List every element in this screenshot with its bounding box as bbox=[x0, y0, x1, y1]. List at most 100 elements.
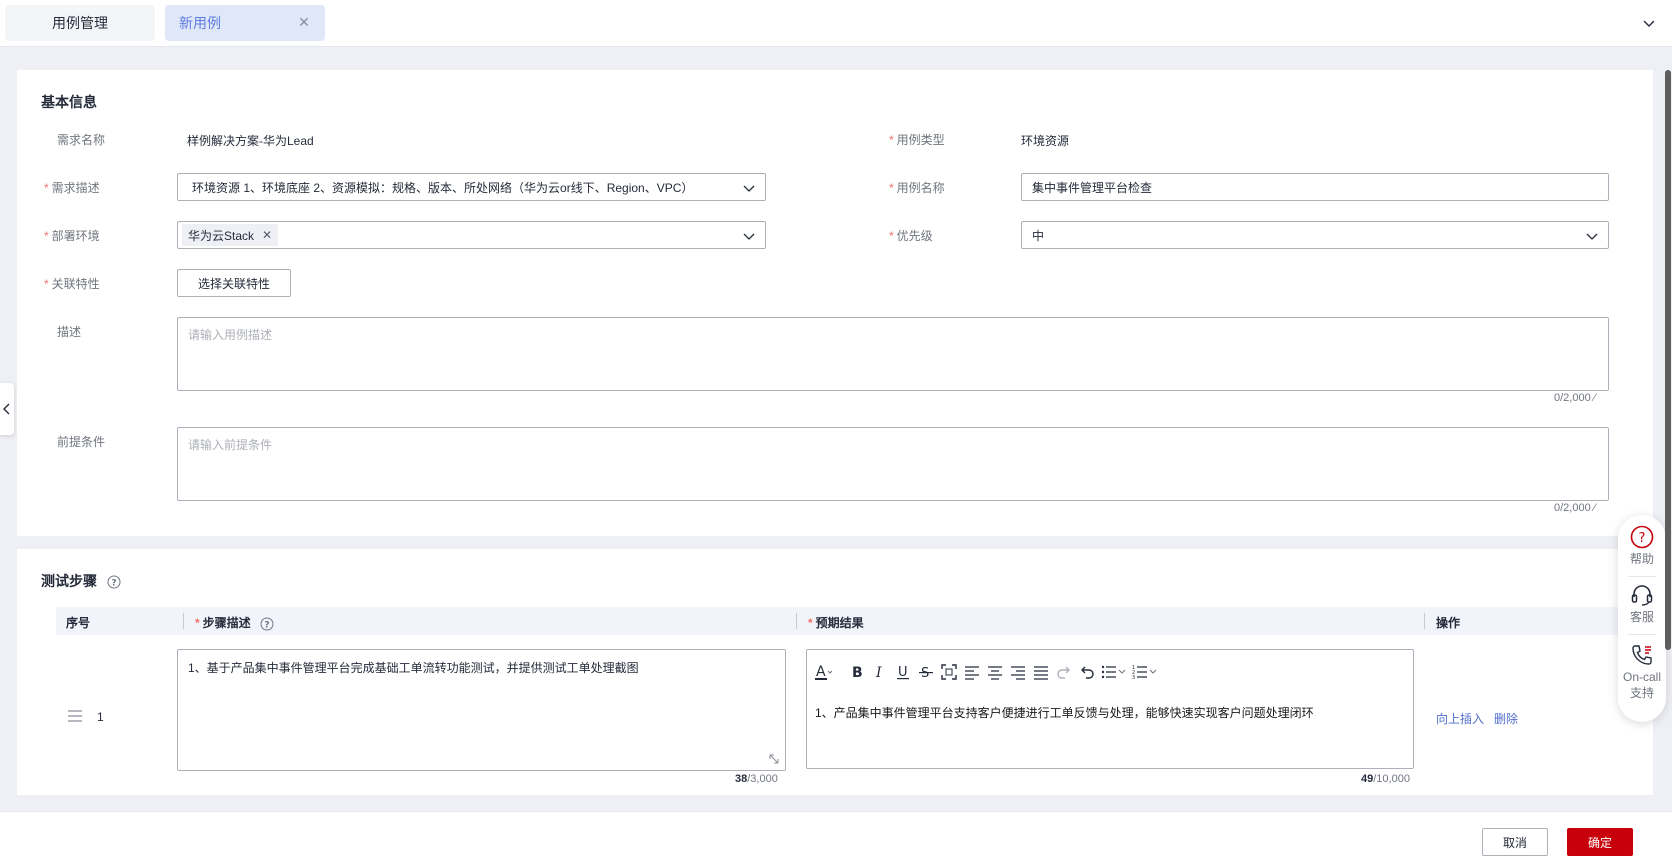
col-separator bbox=[1424, 613, 1425, 629]
align-justify-icon[interactable] bbox=[1031, 662, 1051, 682]
chevron-down-icon bbox=[1586, 233, 1598, 240]
label-description: 描述 bbox=[57, 325, 82, 339]
align-center-icon[interactable] bbox=[985, 662, 1005, 682]
col-separator bbox=[183, 613, 184, 629]
priority-select[interactable]: 中 bbox=[1021, 221, 1609, 249]
chevron-down-icon bbox=[743, 185, 755, 192]
select-related-feature-button[interactable]: 选择关联特性 bbox=[177, 269, 291, 297]
floating-help-panel: ? 帮助 客服 On-call 支持 bbox=[1618, 515, 1666, 722]
label-case-name: * 用例名称 bbox=[889, 181, 945, 195]
deploy-env-chip: 华为云Stack ✕ bbox=[182, 224, 279, 246]
section-title-text: 测试步骤 bbox=[41, 573, 97, 589]
label-requirement-name: 需求名称 bbox=[57, 133, 106, 147]
label-requirement-desc: * 需求描述 bbox=[44, 181, 100, 195]
bullet-list-icon[interactable] bbox=[1100, 662, 1128, 682]
section-title-test-steps: 测试步骤 ? bbox=[41, 571, 121, 591]
test-steps-panel: 测试步骤 ? 序号 * 步骤描述 ? * 预期结果 操作 1 1、基于产品集中事件管… bbox=[17, 549, 1653, 795]
divider bbox=[1628, 576, 1656, 577]
step-desc-text: 1、基于产品集中事件管理平台完成基础工单流转功能测试，并提供测试工单处理截图 bbox=[188, 661, 639, 675]
expected-result-text: 1、产品集中事件管理平台支持客户便捷进行工单反馈与处理，能够快速实现客户问题处理… bbox=[815, 706, 1314, 720]
help-icon[interactable]: ? bbox=[260, 617, 274, 631]
col-desc: * 步骤描述 ? bbox=[195, 614, 274, 631]
insert-above-link[interactable]: 向上插入 bbox=[1436, 710, 1484, 727]
svg-text:?: ? bbox=[111, 579, 116, 589]
svg-text:A: A bbox=[816, 664, 826, 680]
help-circle-icon: ? bbox=[1630, 525, 1654, 549]
align-right-icon[interactable] bbox=[1008, 662, 1028, 682]
fullscreen-icon[interactable] bbox=[939, 662, 959, 682]
bold-icon[interactable]: B bbox=[847, 662, 867, 682]
tab-case-management[interactable]: 用例管理 bbox=[5, 5, 155, 41]
precondition-counter: 0/2,000 ⁄ bbox=[1554, 502, 1596, 514]
basic-info-panel: 基本信息 需求名称 样例解决方案-华为Lead * 用例类型 环境资源 * 需求描述… bbox=[17, 70, 1653, 536]
help-label: 帮助 bbox=[1629, 552, 1654, 566]
oncall-label-2: 支持 bbox=[1629, 686, 1654, 700]
italic-icon[interactable]: I bbox=[870, 662, 890, 682]
label-related-feature: * 关联特性 bbox=[44, 277, 100, 291]
drag-handle-icon[interactable] bbox=[67, 709, 83, 723]
strikethrough-icon[interactable]: S bbox=[916, 662, 936, 682]
precondition-textarea[interactable] bbox=[177, 427, 1609, 501]
customer-service-label: 客服 bbox=[1629, 610, 1654, 624]
tab-bar: 用例管理 新用例 ✕ bbox=[0, 0, 1672, 47]
label-priority: * 优先级 bbox=[889, 229, 933, 243]
divider bbox=[1628, 634, 1656, 635]
requirement-name-value: 样例解决方案-华为Lead bbox=[187, 134, 314, 148]
delete-link[interactable]: 删除 bbox=[1494, 710, 1518, 727]
step-desc-textarea[interactable]: 1、基于产品集中事件管理平台完成基础工单流转功能测试，并提供测试工单处理截图 bbox=[177, 649, 786, 771]
case-type-value: 环境资源 bbox=[1021, 134, 1070, 148]
svg-text:U: U bbox=[898, 665, 908, 680]
align-left-icon[interactable] bbox=[962, 662, 982, 682]
redo-icon[interactable] bbox=[1054, 662, 1074, 682]
case-name-input[interactable] bbox=[1021, 173, 1609, 201]
row-index: 1 bbox=[97, 710, 104, 724]
resize-icon[interactable]: ⁄ bbox=[1594, 392, 1596, 404]
rich-text-toolbar: A B I U S 123 bbox=[813, 662, 1162, 682]
collapse-toggle[interactable] bbox=[0, 383, 14, 435]
svg-text:I: I bbox=[875, 665, 882, 680]
col-index: 序号 bbox=[66, 616, 91, 630]
numbered-list-icon[interactable]: 123 bbox=[1131, 662, 1159, 682]
requirement-desc-value: 环境资源 1、环境底座 2、资源模拟：规格、版本、所处网络（华为云or线下、Re… bbox=[192, 180, 694, 195]
expected-result-counter: 49/10,000 bbox=[1361, 773, 1410, 785]
tab-label: 用例管理 bbox=[52, 15, 108, 31]
scrollbar-thumb[interactable] bbox=[1665, 70, 1671, 650]
chevron-down-icon bbox=[743, 233, 755, 240]
tab-label: 新用例 bbox=[179, 15, 221, 31]
chevron-down-icon[interactable] bbox=[1642, 16, 1656, 30]
description-textarea[interactable] bbox=[177, 317, 1609, 391]
oncall-support-button[interactable]: On-call 支持 bbox=[1618, 643, 1666, 701]
resize-icon[interactable] bbox=[767, 752, 781, 766]
resize-icon[interactable]: ⁄ bbox=[1594, 502, 1596, 514]
steps-table-header: 序号 * 步骤描述 ? * 预期结果 操作 bbox=[56, 607, 1642, 635]
expected-result-editor[interactable]: A B I U S 123 1、产品集中事件管理平台支持客户便捷进行工单反馈与处… bbox=[806, 649, 1414, 769]
chip-label: 华为云Stack bbox=[188, 228, 255, 243]
svg-text:B: B bbox=[852, 665, 863, 680]
help-button[interactable]: ? 帮助 bbox=[1618, 525, 1666, 567]
undo-icon[interactable] bbox=[1077, 662, 1097, 682]
close-icon[interactable]: ✕ bbox=[262, 228, 272, 242]
close-icon[interactable]: ✕ bbox=[297, 15, 311, 29]
label-deploy-env: * 部署环境 bbox=[44, 229, 100, 243]
phone-icon bbox=[1632, 645, 1652, 665]
col-expected: * 预期结果 bbox=[808, 616, 864, 630]
oncall-label: On-call bbox=[1622, 670, 1661, 684]
svg-text:?: ? bbox=[264, 620, 269, 630]
label-case-type: * 用例类型 bbox=[889, 133, 945, 147]
label-precondition: 前提条件 bbox=[57, 435, 106, 449]
cancel-button[interactable]: 取消 bbox=[1482, 828, 1548, 856]
customer-service-button[interactable]: 客服 bbox=[1618, 583, 1666, 625]
svg-text:3: 3 bbox=[1132, 675, 1135, 680]
step-desc-counter: 38/3,000 bbox=[735, 773, 778, 785]
requirement-desc-select[interactable]: 环境资源 1、环境底座 2、资源模拟：规格、版本、所处网络（华为云or线下、Re… bbox=[177, 173, 766, 201]
col-action: 操作 bbox=[1436, 616, 1461, 630]
deploy-env-select[interactable]: 华为云Stack ✕ bbox=[177, 221, 766, 249]
underline-icon[interactable]: U bbox=[893, 662, 913, 682]
confirm-button[interactable]: 确定 bbox=[1567, 828, 1633, 856]
chevron-left-icon bbox=[3, 403, 10, 415]
col-separator bbox=[796, 613, 797, 629]
tab-new-case[interactable]: 新用例 ✕ bbox=[165, 5, 325, 41]
help-icon[interactable]: ? bbox=[107, 575, 121, 589]
font-color-icon[interactable]: A bbox=[813, 662, 833, 682]
description-counter: 0/2,000 ⁄ bbox=[1554, 392, 1596, 404]
